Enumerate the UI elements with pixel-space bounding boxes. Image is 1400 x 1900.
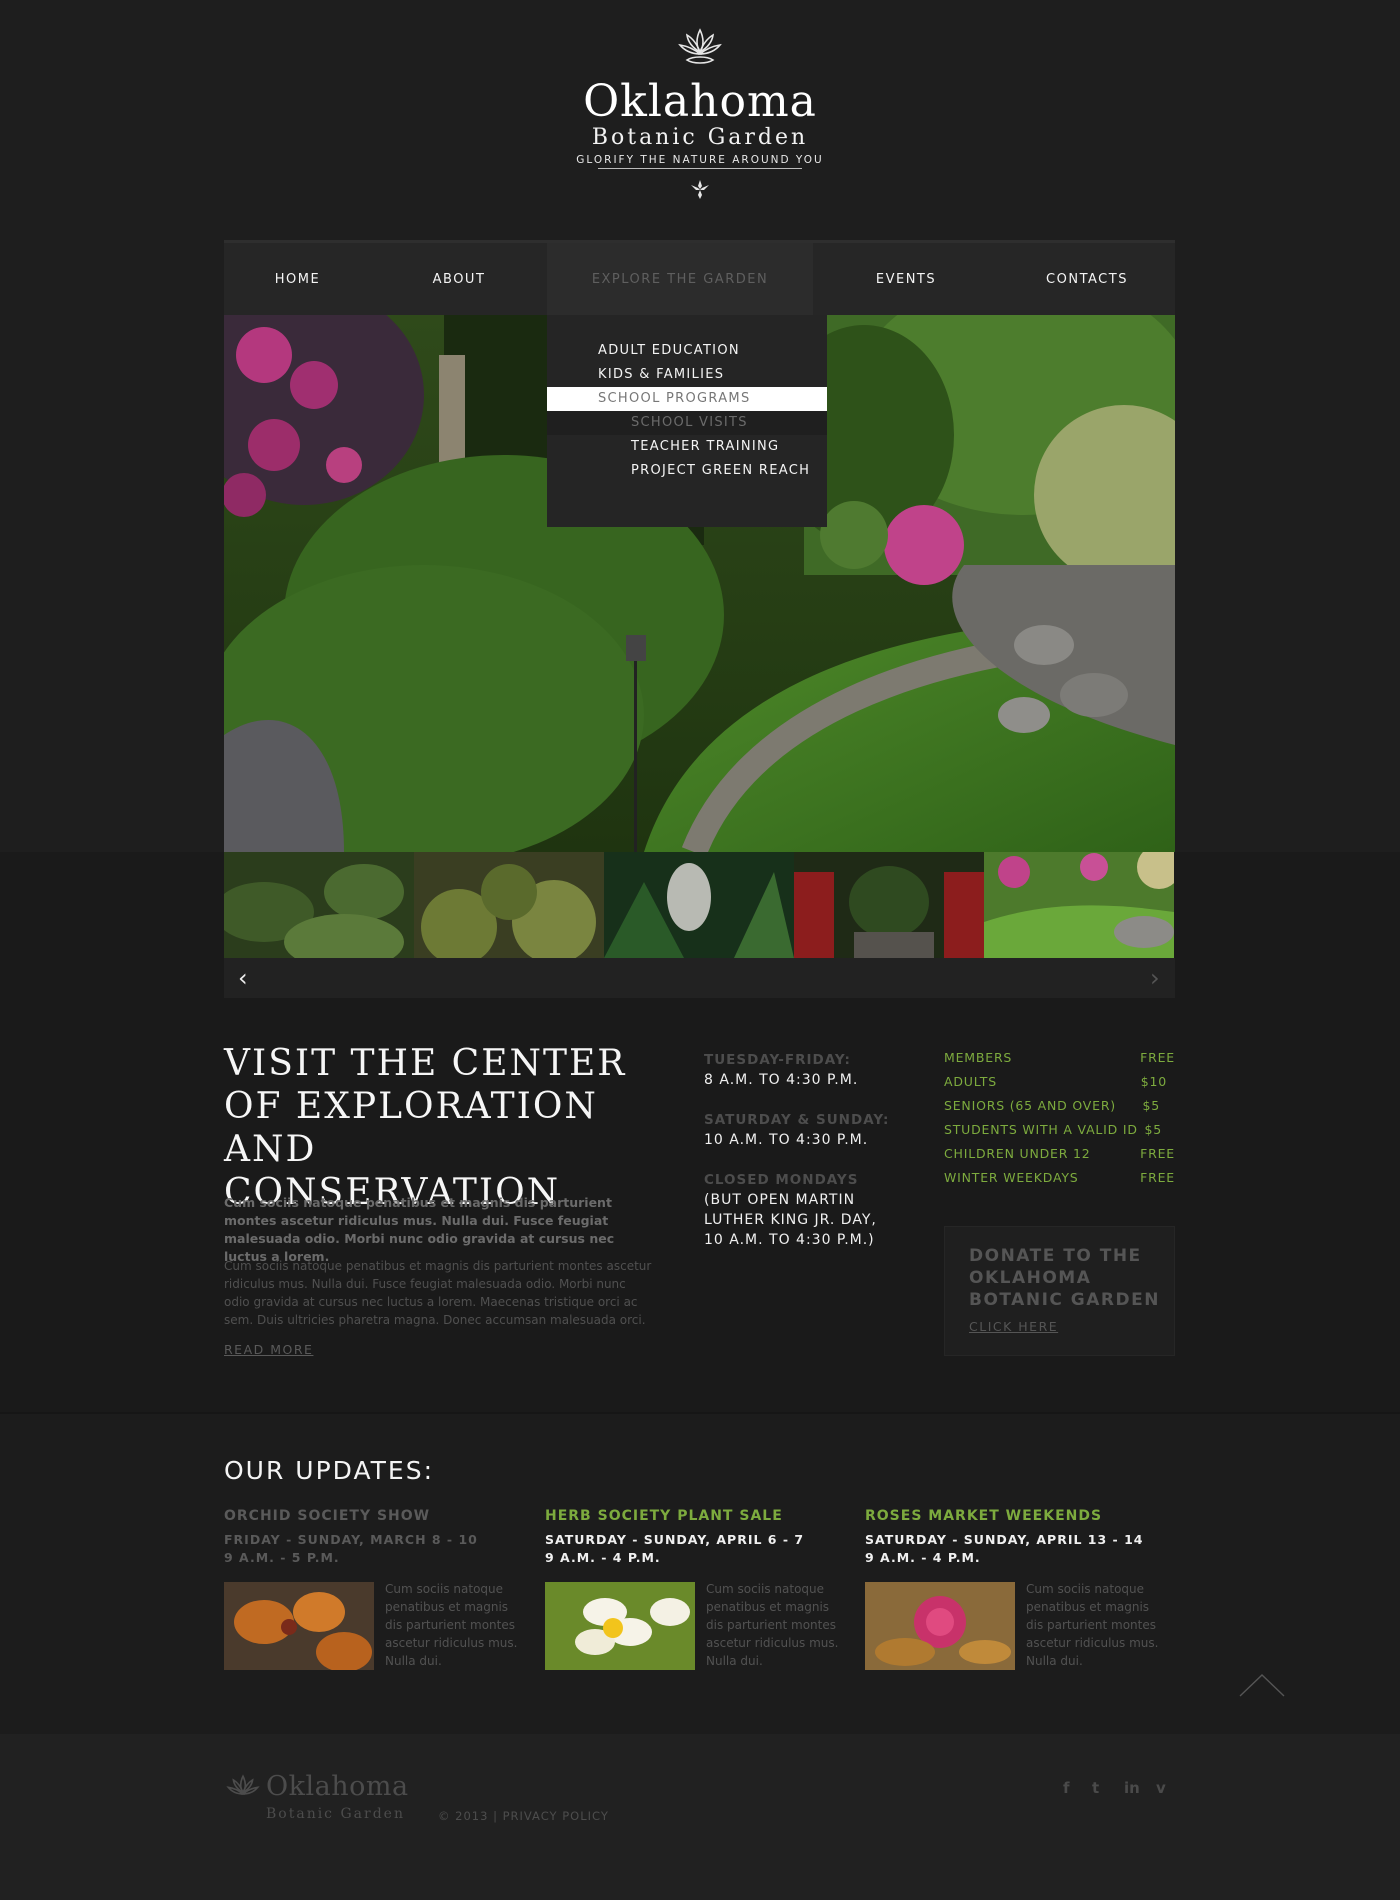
menu-teacher-training[interactable]: TEACHER TRAINING xyxy=(631,435,779,459)
scroll-top-icon[interactable] xyxy=(1238,1672,1286,1698)
donate-box: DONATE TO THE OKLAHOMA BOTANIC GARDEN CL… xyxy=(944,1226,1175,1356)
lotus-ornament-icon xyxy=(678,28,722,64)
price-value: $10 xyxy=(1140,1074,1167,1089)
footer-logo-icon[interactable] xyxy=(226,1774,260,1808)
menu-adult-education[interactable]: ADULT EDUCATION xyxy=(598,339,740,363)
hours-value: (BUT OPEN MARTIN LUTHER KING JR. DAY, 10… xyxy=(704,1192,877,1248)
menu-school-programs[interactable]: SCHOOL PROGRAMS xyxy=(598,387,751,411)
thumbnail-topiary[interactable] xyxy=(224,852,414,958)
thumbnail-cactus[interactable] xyxy=(414,852,604,958)
thumbnail-statue[interactable] xyxy=(604,852,794,958)
nav-about[interactable]: ABOUT xyxy=(371,243,547,315)
linkedin-icon[interactable]: in xyxy=(1124,1779,1140,1797)
logo-title: Oklahoma xyxy=(583,76,817,127)
site-logo[interactable]: Oklahoma Botanic Garden GLORIFY THE NATU… xyxy=(560,28,840,201)
price-row: CHILDREN UNDER 12 FREE xyxy=(944,1146,1175,1170)
price-label: SENIORS (65 AND OVER) xyxy=(944,1098,1116,1113)
update-image-rose[interactable] xyxy=(865,1582,1015,1670)
hours-label: TUESDAY-FRIDAY: xyxy=(704,1052,851,1068)
price-value: FREE xyxy=(1140,1050,1175,1065)
logo-divider xyxy=(598,168,802,169)
slider-controls: ‹ › xyxy=(224,958,1175,998)
price-row: ADULTS $10 xyxy=(944,1074,1175,1098)
update-title[interactable]: ROSES MARKET WEEKENDS xyxy=(865,1506,1165,1526)
hours-value: 10 A.M. TO 4:30 P.M. xyxy=(704,1132,869,1148)
menu-kids-families[interactable]: KIDS & FAMILIES xyxy=(598,363,724,387)
price-label: CHILDREN UNDER 12 xyxy=(944,1146,1091,1161)
visit-heading: VISIT THE CENTER OF EXPLORATION AND CONS… xyxy=(224,1043,627,1213)
update-title[interactable]: HERB SOCIETY PLANT SALE xyxy=(545,1506,845,1526)
price-value: $5 xyxy=(1142,1098,1160,1113)
price-label: ADULTS xyxy=(944,1074,997,1089)
menu-school-visits[interactable]: SCHOOL VISITS xyxy=(631,411,748,435)
visit-body-text: Cum sociis natoque penatibus et magnis d… xyxy=(224,1259,652,1327)
price-label: WINTER WEEKDAYS xyxy=(944,1170,1079,1185)
logo-subtitle: Botanic Garden xyxy=(591,125,809,150)
update-date: SATURDAY - SUNDAY, APRIL 13 - 14 9 A.M. -… xyxy=(865,1532,1144,1565)
donate-title: DONATE TO THE OKLAHOMA BOTANIC GARDEN xyxy=(969,1246,1160,1310)
update-text: Cum sociis natoque penatibus et magnis d… xyxy=(706,1582,839,1668)
footer-logo-title: Oklahoma xyxy=(266,1771,409,1802)
nav-home[interactable]: HOME xyxy=(224,243,371,315)
price-row: WINTER WEEKDAYS FREE xyxy=(944,1170,1175,1194)
explore-dropdown-menu: ADULT EDUCATION KIDS & FAMILIES SCHOOL P… xyxy=(547,315,827,527)
updates-heading: OUR UPDATES: xyxy=(224,1456,434,1485)
read-more-link[interactable]: READ MORE xyxy=(224,1342,313,1357)
hours-weekend: SATURDAY & SUNDAY: 10 A.M. TO 4:30 P.M. xyxy=(704,1110,904,1150)
chevron-left-icon[interactable]: ‹ xyxy=(238,964,248,992)
donate-link[interactable]: CLICK HERE xyxy=(969,1319,1058,1334)
visit-intro-text: Cum sociis natoque penatibus et magnis d… xyxy=(224,1195,615,1264)
price-label: STUDENTS WITH A VALID ID xyxy=(944,1122,1138,1137)
update-date: SATURDAY - SUNDAY, APRIL 6 - 79 A.M. - 4… xyxy=(545,1532,805,1565)
update-text: Cum sociis natoque penatibus et magnis d… xyxy=(1026,1582,1159,1668)
thumbnail-garden-lawn[interactable] xyxy=(984,852,1174,958)
facebook-icon[interactable]: f xyxy=(1063,1779,1070,1797)
nav-contacts[interactable]: CONTACTS xyxy=(999,243,1175,315)
hours-weekday: TUESDAY-FRIDAY: 8 A.M. TO 4:30 P.M. xyxy=(704,1050,904,1090)
vimeo-icon[interactable]: v xyxy=(1156,1779,1166,1797)
update-date: FRIDAY - SUNDAY, MARCH 8 - 10 9 A.M. - 5 … xyxy=(224,1532,478,1565)
logo-tagline: GLORIFY THE NATURE AROUND YOU xyxy=(576,154,824,166)
price-label: MEMBERS xyxy=(944,1050,1013,1065)
update-card: ROSES MARKET WEEKENDS SATURDAY - SUNDAY,… xyxy=(865,1506,1165,1670)
price-row: SENIORS (65 AND OVER) $5 xyxy=(944,1098,1175,1122)
price-value: $5 xyxy=(1144,1122,1162,1137)
hours-label: CLOSED MONDAYS xyxy=(704,1172,859,1188)
hours-label: SATURDAY & SUNDAY: xyxy=(704,1112,890,1128)
chevron-right-icon[interactable]: › xyxy=(1150,964,1160,992)
hours-closed: CLOSED MONDAYS (BUT OPEN MARTIN LUTHER K… xyxy=(704,1170,894,1250)
price-value: FREE xyxy=(1140,1170,1175,1185)
price-value: FREE xyxy=(1140,1146,1175,1161)
price-row: STUDENTS WITH A VALID ID $5 xyxy=(944,1122,1175,1146)
update-text: Cum sociis natoque penatibus et magnis d… xyxy=(385,1582,518,1668)
nav-events[interactable]: EVENTS xyxy=(813,243,999,315)
update-image-plumeria[interactable] xyxy=(545,1582,695,1670)
update-image-orchid[interactable] xyxy=(224,1582,374,1670)
menu-project-green-reach[interactable]: PROJECT GREEN REACH xyxy=(631,459,810,483)
privacy-policy-link[interactable]: PRIVACY POLICY xyxy=(503,1809,609,1823)
fleur-ornament-icon xyxy=(691,180,709,199)
update-card: HERB SOCIETY PLANT SALE SATURDAY - SUNDA… xyxy=(545,1506,845,1670)
price-row: MEMBERS FREE xyxy=(944,1050,1175,1074)
main-nav: HOME ABOUT EXPLORE THE GARDEN EVENTS CON… xyxy=(224,240,1175,315)
twitter-icon[interactable]: t xyxy=(1092,1779,1099,1797)
thumbnail-red-bridge[interactable] xyxy=(794,852,984,958)
hours-value: 8 A.M. TO 4:30 P.M. xyxy=(704,1072,859,1088)
update-title[interactable]: ORCHID SOCIETY SHOW xyxy=(224,1506,524,1526)
footer-copyright: © 2013 | PRIVACY POLICY xyxy=(438,1809,609,1823)
footer-logo-subtitle: Botanic Garden xyxy=(266,1806,405,1822)
thumbnail-strip xyxy=(224,852,1175,958)
nav-explore-the-garden[interactable]: EXPLORE THE GARDEN xyxy=(547,243,813,315)
update-card: ORCHID SOCIETY SHOW FRIDAY - SUNDAY, MAR… xyxy=(224,1506,524,1670)
